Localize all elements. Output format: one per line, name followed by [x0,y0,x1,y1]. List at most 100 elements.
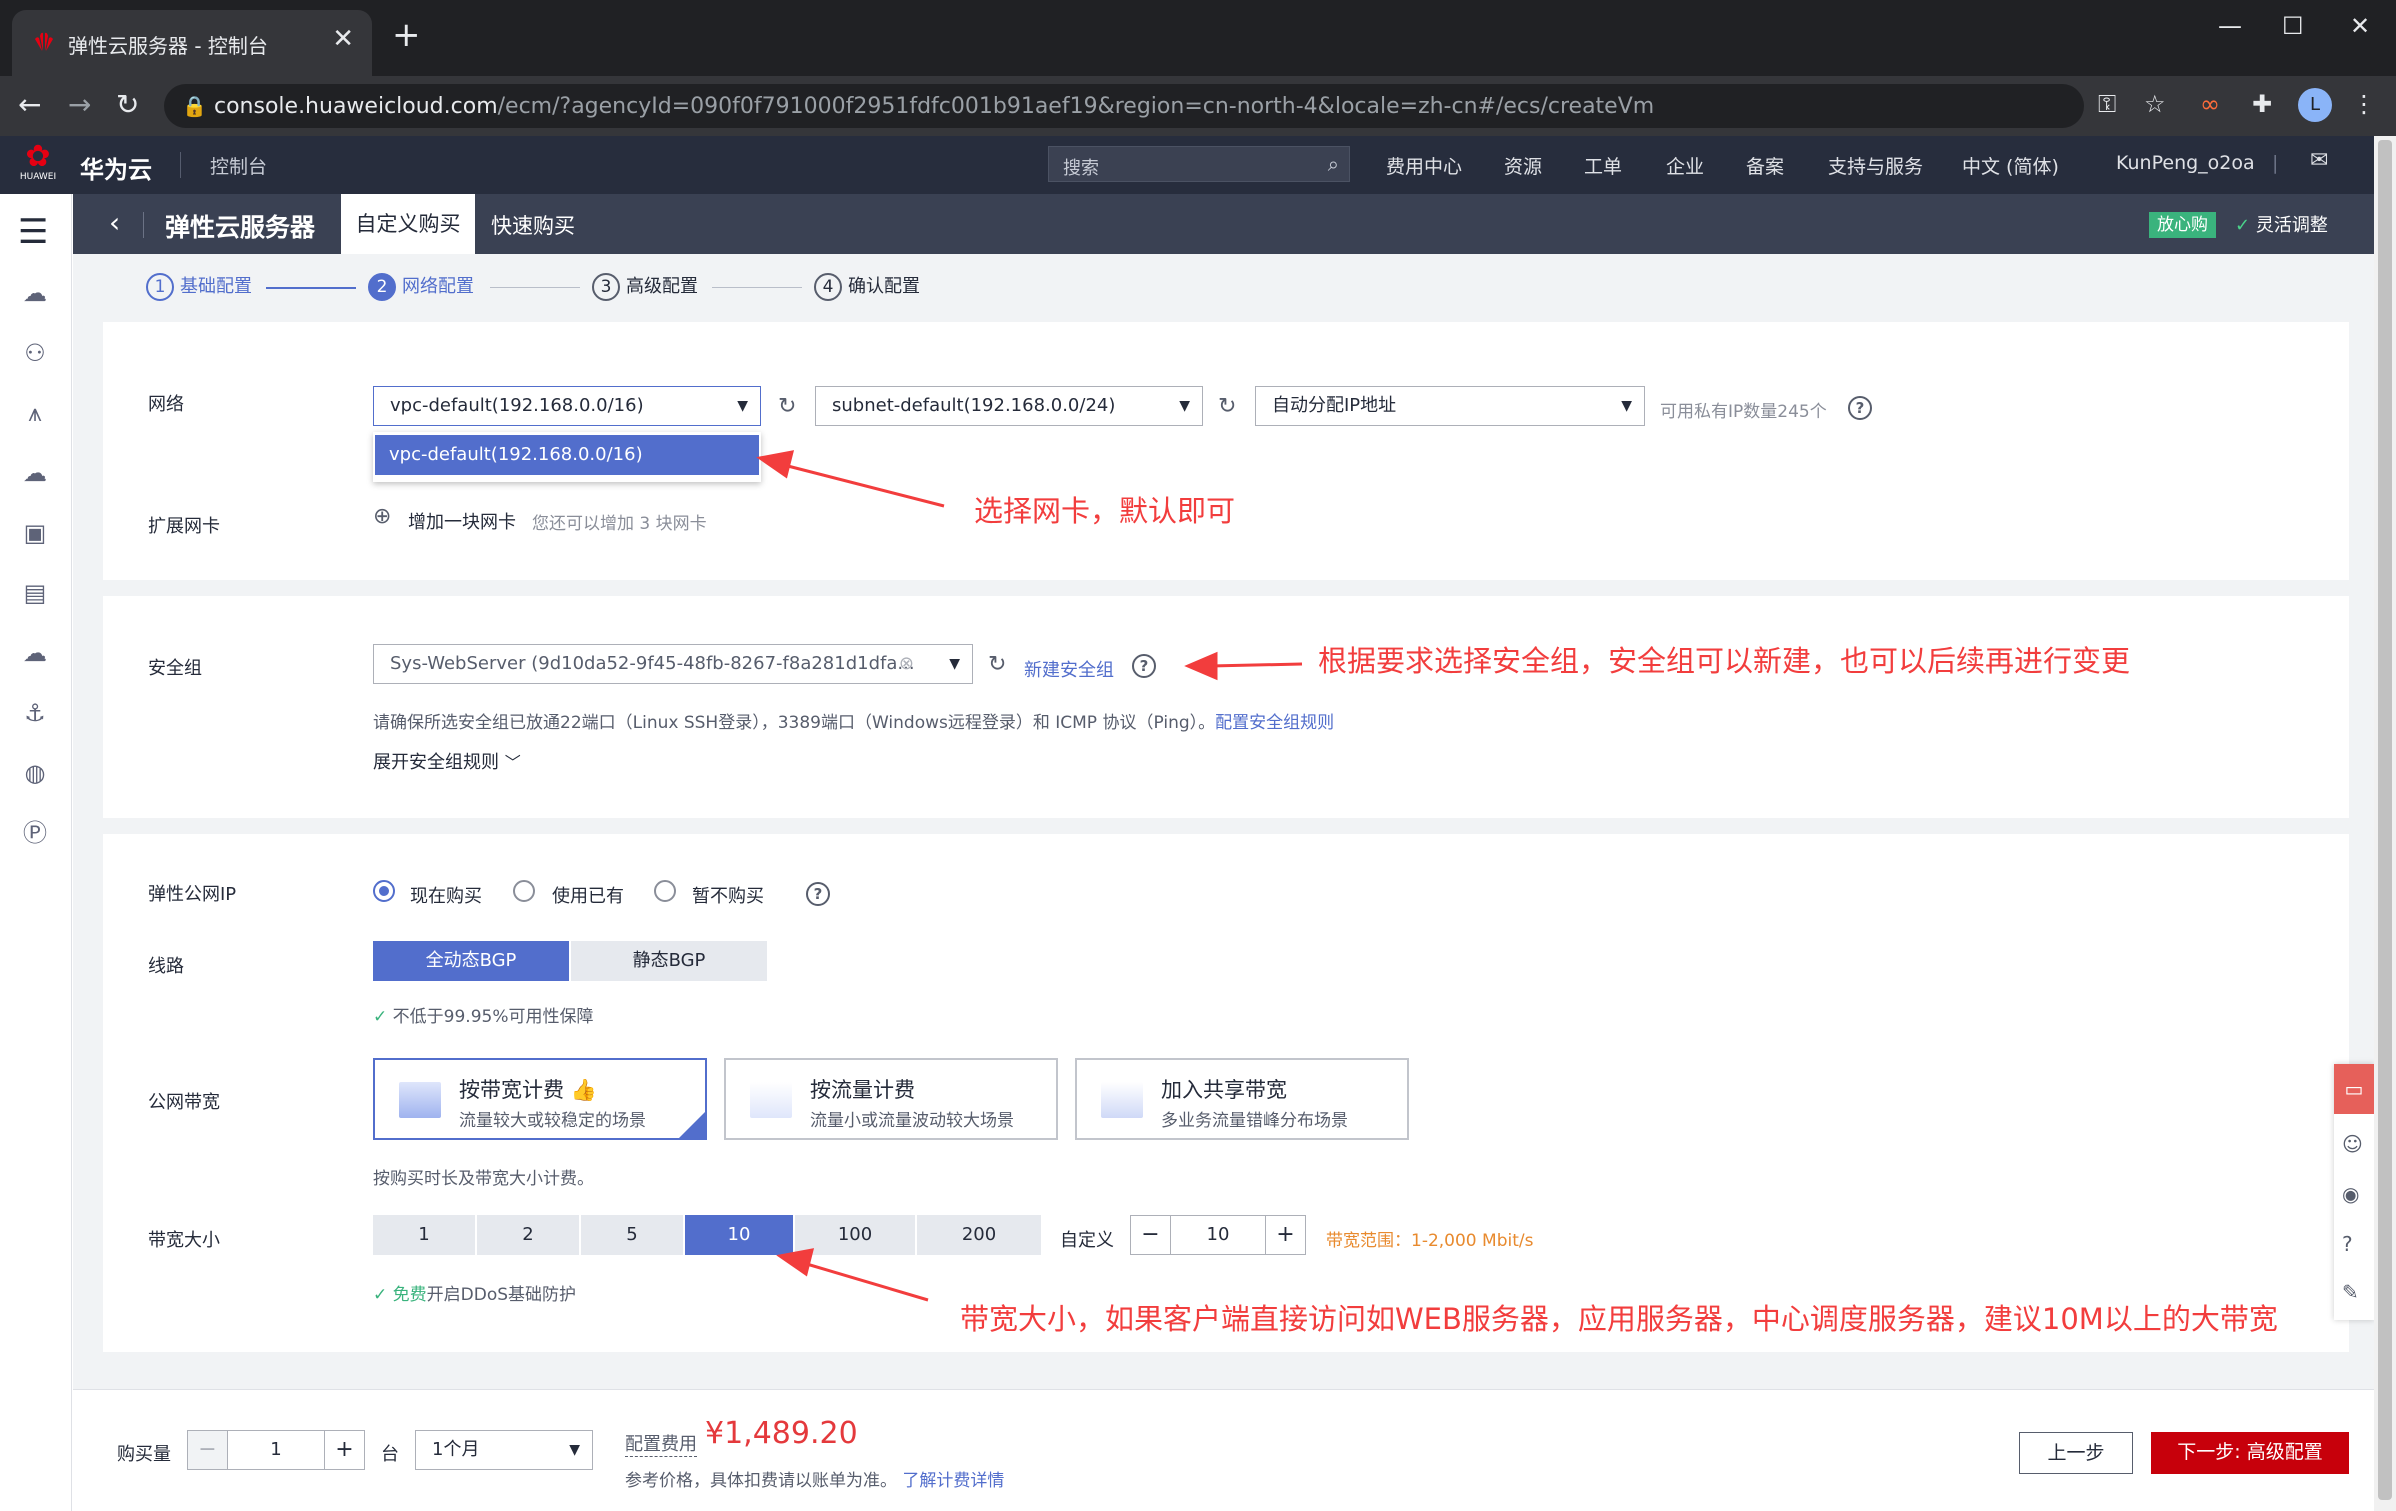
configure-rules-link[interactable]: 配置安全组规则 [1215,713,1334,733]
mail-icon[interactable]: ✉ [2310,148,2328,173]
emoji-icon[interactable]: ☺ [2342,1132,2363,1156]
clear-icon[interactable]: ⊗ [899,645,914,683]
new-tab-icon[interactable]: + [392,18,421,52]
bw-card-by-bandwidth[interactable]: 按带宽计费 👍 流量较大或较稳定的场景 [373,1058,707,1140]
bandwidth-input[interactable]: 10 [1171,1216,1265,1254]
bw-size-100[interactable]: 100 [795,1215,915,1255]
step-network[interactable]: 2 网络配置 [368,272,474,301]
line-static-bgp[interactable]: 静态BGP [571,941,767,981]
option-buy-now[interactable]: 现在购买 [410,882,482,908]
backup-icon[interactable]: ▤ [18,576,52,610]
expand-rules[interactable]: 展开安全组规则 ﹀ [373,748,521,774]
address-bar[interactable]: 🔒 console.huaweicloud.com/ecm/?agencyId=… [164,84,2084,128]
duration-select[interactable]: 1个月 ▼ [415,1430,593,1470]
cluster-icon[interactable]: ⚇ [18,336,52,370]
key-icon[interactable]: ⚿ [2098,90,2116,118]
support-agent-icon[interactable]: ◉ [2342,1182,2359,1206]
nav-username[interactable]: KunPeng_o2oa [2116,152,2255,174]
add-circle-icon[interactable]: ⊕ [373,504,391,529]
reload-icon[interactable]: ↻ [116,88,139,121]
chat-icon[interactable]: ▭ [2334,1064,2374,1114]
window-close-icon[interactable]: ✕ [2350,12,2370,40]
profile-avatar[interactable]: L [2298,88,2332,122]
add-nic-link[interactable]: 增加一块网卡 [408,508,516,534]
globe-icon[interactable]: ◍ [18,756,52,790]
puzzle-extension-icon[interactable]: ✚ [2252,90,2272,118]
nav-filing[interactable]: 备案 [1746,152,1784,179]
help-icon[interactable]: ? [1848,396,1872,420]
option-use-existing[interactable]: 使用已有 [552,882,624,908]
star-icon[interactable]: ☆ [2144,90,2166,118]
bw-size-5[interactable]: 5 [581,1215,683,1255]
tab-quick-purchase[interactable]: 快速购买 [491,210,575,240]
qty-increment-button[interactable]: + [324,1431,364,1469]
step-confirm[interactable]: 4 确认配置 [814,272,920,301]
anchor-icon[interactable]: ⚓ [18,696,52,730]
cloud-storage-icon[interactable]: ☁ [18,456,52,490]
option-not-buy[interactable]: 暂不购买 [692,882,764,908]
step-advanced[interactable]: 3 高级配置 [592,272,698,301]
extension-infinity-icon[interactable]: ∞ [2200,90,2220,118]
radio-use-existing[interactable] [513,880,535,902]
refresh-security-icon[interactable]: ↻ [988,652,1006,677]
decrement-button[interactable]: − [1131,1216,1171,1254]
cloud-server-icon[interactable]: ☁ [18,276,52,310]
prev-step-button[interactable]: 上一步 [2019,1432,2133,1474]
ip-icon[interactable]: Ⓟ [18,816,52,850]
nav-language[interactable]: 中文 (简体) [1962,152,2059,179]
refresh-subnet-icon[interactable]: ↻ [1218,394,1236,419]
question-icon[interactable]: ? [2342,1232,2353,1256]
nav-billing[interactable]: 费用中心 [1386,152,1462,179]
console-link[interactable]: 控制台 [210,152,267,179]
line-dynamic-bgp[interactable]: 全动态BGP [373,941,569,981]
tab-close-icon[interactable]: ✕ [332,24,354,54]
radio-not-buy[interactable] [654,880,676,902]
qty-decrement-button[interactable]: − [188,1431,228,1469]
nav-enterprise[interactable]: 企业 [1666,152,1704,179]
next-step-button[interactable]: 下一步: 高级配置 [2151,1432,2349,1474]
help-icon[interactable]: ? [1132,654,1156,678]
bw-size-2[interactable]: 2 [477,1215,579,1255]
disk-icon[interactable]: ▣ [18,516,52,550]
bw-card-shared[interactable]: 加入共享带宽 多业务流量错峰分布场景 [1075,1058,1409,1140]
flex-adjust[interactable]: ✓ 灵活调整 [2235,211,2328,237]
help-icon[interactable]: ? [806,882,830,906]
huawei-logo[interactable]: ✿ HUAWEI [16,142,60,188]
tab-custom-purchase[interactable]: 自定义购买 [341,194,475,254]
vpc-select[interactable]: vpc-default(192.168.0.0/16) ▼ [373,386,761,426]
pricing-details-link[interactable]: 了解计费详情 [902,1471,1004,1491]
browser-tab[interactable]: 弹性云服务器 - 控制台 ✕ [12,10,372,76]
feedback-icon[interactable]: ✎ [2342,1280,2359,1304]
shared-illustration-icon [1101,1082,1143,1118]
back-chevron-icon[interactable]: ‹ [109,206,120,239]
nav-support[interactable]: 支持与服务 [1828,152,1923,179]
nav-resources[interactable]: 资源 [1504,152,1542,179]
qty-input[interactable]: 1 [228,1431,324,1469]
bw-size-200[interactable]: 200 [917,1215,1041,1255]
monitor-icon[interactable]: ⩚ [18,396,52,430]
hamburger-menu-icon[interactable]: ☰ [18,212,48,252]
vpc-option[interactable]: vpc-default(192.168.0.0/16) [375,435,759,475]
step-basic[interactable]: 1 基础配置 [146,272,252,301]
new-security-group-link[interactable]: 新建安全组 [1024,656,1114,682]
nav-tickets[interactable]: 工单 [1584,152,1622,179]
bw-size-1[interactable]: 1 [373,1215,475,1255]
kebab-menu-icon[interactable]: ⋮ [2352,90,2376,118]
bw-size-10[interactable]: 10 [685,1215,793,1255]
minimize-icon[interactable]: — [2218,12,2242,40]
maximize-icon[interactable]: ☐ [2282,12,2304,40]
search-icon[interactable]: ⌕ [1328,152,1339,176]
radio-buy-now[interactable] [373,880,395,902]
bw-card-by-traffic[interactable]: 按流量计费 流量小或流量波动较大场景 [724,1058,1058,1140]
subnet-select[interactable]: subnet-default(192.168.0.0/24) ▼ [815,386,1203,426]
cloud-network-icon[interactable]: ☁ [18,636,52,670]
increment-button[interactable]: + [1265,1216,1305,1254]
header-search[interactable]: 搜索 ⌕ [1048,146,1350,182]
forward-arrow-icon[interactable]: → [68,88,91,121]
ip-select[interactable]: 自动分配IP地址 ▼ [1255,386,1645,426]
fee-label[interactable]: 配置费用 [625,1430,697,1457]
scrollbar-thumb[interactable] [2378,140,2392,1500]
refresh-vpc-icon[interactable]: ↻ [778,394,796,419]
back-arrow-icon[interactable]: ← [18,88,41,121]
security-group-select[interactable]: Sys-WebServer (9d10da52-9f45-48fb-8267-f… [373,644,973,684]
